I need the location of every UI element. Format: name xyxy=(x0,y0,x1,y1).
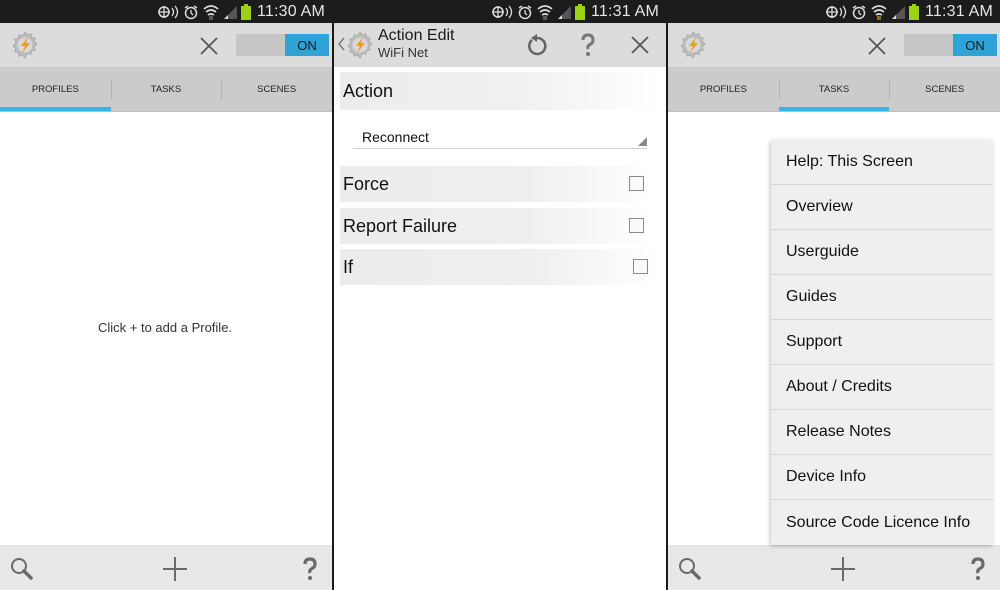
toggle-on-label: ON xyxy=(285,34,329,56)
status-bar: 11:30 AM xyxy=(0,0,332,23)
signal-icon xyxy=(557,5,571,19)
empty-profiles-message: Click + to add a Profile. xyxy=(98,320,233,335)
action-bar: ON xyxy=(0,23,332,67)
tab-scenes[interactable]: SCENES xyxy=(221,67,332,111)
nfc-icon xyxy=(157,5,179,18)
close-icon[interactable] xyxy=(865,34,889,58)
option-label: Force xyxy=(343,173,390,194)
toggle-on-label: ON xyxy=(953,34,997,56)
search-icon[interactable] xyxy=(9,556,35,582)
action-section-header: Action xyxy=(340,72,660,110)
tasker-logo-icon[interactable] xyxy=(11,31,39,59)
menu-item-support[interactable]: Support xyxy=(771,320,993,365)
if-checkbox[interactable] xyxy=(633,259,648,274)
nfc-icon xyxy=(825,5,847,18)
status-time: 11:31 AM xyxy=(924,2,993,20)
plus-icon[interactable] xyxy=(162,556,188,582)
profiles-screen: 11:30 AM ON PROFILES TASKS SCENES Click … xyxy=(0,0,332,590)
alarm-icon xyxy=(852,4,866,19)
tab-bar: PROFILES TASKS SCENES xyxy=(0,67,332,112)
battery-icon xyxy=(574,3,585,20)
screen-title: Action Edit xyxy=(378,27,455,44)
tasker-logo-icon[interactable] xyxy=(346,31,374,59)
menu-item-userguide[interactable]: Userguide xyxy=(771,230,993,275)
tasker-logo-icon[interactable] xyxy=(679,31,707,59)
force-checkbox[interactable] xyxy=(629,176,644,191)
option-label: Report Failure xyxy=(343,215,458,236)
tasker-enabled-toggle[interactable]: ON xyxy=(236,34,329,56)
wifi-icon xyxy=(537,4,553,20)
option-report-failure[interactable]: Report Failure xyxy=(340,208,654,244)
wifi-icon xyxy=(203,4,219,20)
report-failure-checkbox[interactable] xyxy=(629,218,644,233)
tab-profiles[interactable]: PROFILES xyxy=(668,67,779,111)
option-label: If xyxy=(343,256,354,277)
option-if[interactable]: If xyxy=(340,249,658,285)
revert-icon[interactable] xyxy=(525,33,549,57)
close-icon[interactable] xyxy=(197,34,221,58)
wifi-icon xyxy=(871,4,887,20)
bottom-bar xyxy=(668,545,1000,590)
menu-item-overview[interactable]: Overview xyxy=(771,185,993,230)
back-icon[interactable] xyxy=(337,37,345,51)
help-icon[interactable] xyxy=(297,556,323,582)
help-dropdown-menu: Help: This Screen Overview Userguide Gui… xyxy=(771,140,993,545)
tab-tasks[interactable]: TASKS xyxy=(778,67,890,111)
action-edit-screen: 11:31 AM Action Edit WiFi Net Action Rec… xyxy=(334,0,666,590)
bottom-bar xyxy=(0,545,332,590)
tab-tasks[interactable]: TASKS xyxy=(110,67,222,111)
status-time: 11:30 AM xyxy=(256,2,325,20)
tasker-enabled-toggle[interactable]: ON xyxy=(904,34,997,56)
tasks-screen-help-menu: 11:31 AM ON PROFILES TASKS SCENES Help: … xyxy=(668,0,1000,590)
menu-item-about-credits[interactable]: About / Credits xyxy=(771,365,993,410)
signal-icon xyxy=(891,5,905,19)
search-icon[interactable] xyxy=(677,556,703,582)
menu-item-device-info[interactable]: Device Info xyxy=(771,455,993,500)
help-icon[interactable] xyxy=(576,33,600,57)
action-bar: ON xyxy=(668,23,1000,67)
tab-scenes[interactable]: SCENES xyxy=(889,67,1000,111)
battery-icon xyxy=(240,3,251,20)
status-bar: 11:31 AM xyxy=(334,0,666,23)
action-bar: Action Edit WiFi Net xyxy=(334,23,666,67)
option-force[interactable]: Force xyxy=(340,166,654,202)
menu-item-source-code-licence-info[interactable]: Source Code Licence Info xyxy=(771,500,993,545)
battery-icon xyxy=(908,3,919,20)
title-block: Action Edit WiFi Net xyxy=(378,27,454,61)
status-bar: 11:31 AM xyxy=(668,0,1000,23)
status-time: 11:31 AM xyxy=(590,2,659,20)
menu-item-help-this-screen[interactable]: Help: This Screen xyxy=(771,140,993,185)
dropdown-value: Reconnect xyxy=(362,129,429,145)
signal-icon xyxy=(223,5,237,19)
screen-subtitle: WiFi Net xyxy=(378,45,428,60)
dropdown-arrow-icon xyxy=(638,137,647,146)
tab-bar: PROFILES TASKS SCENES xyxy=(668,67,1000,112)
menu-item-guides[interactable]: Guides xyxy=(771,275,993,320)
alarm-icon xyxy=(518,4,532,19)
plus-icon[interactable] xyxy=(830,556,856,582)
menu-item-release-notes[interactable]: Release Notes xyxy=(771,410,993,455)
action-type-dropdown[interactable]: Reconnect xyxy=(353,124,647,149)
tab-profiles[interactable]: PROFILES xyxy=(0,67,111,111)
close-icon[interactable] xyxy=(628,33,652,57)
help-icon[interactable] xyxy=(965,556,991,582)
alarm-icon xyxy=(184,4,198,19)
nfc-icon xyxy=(491,5,513,18)
